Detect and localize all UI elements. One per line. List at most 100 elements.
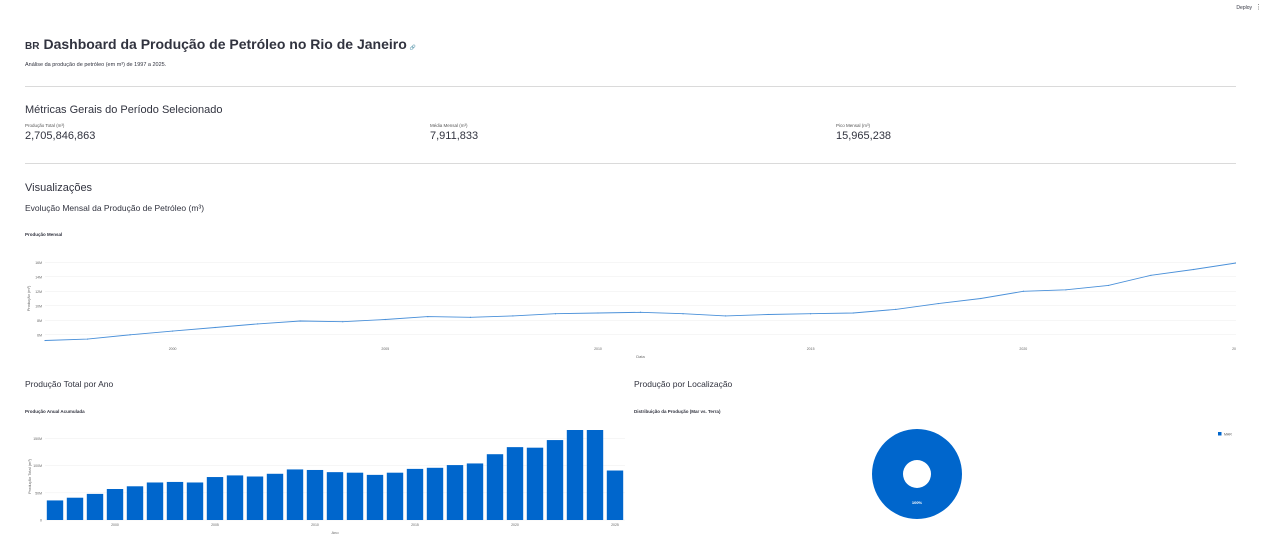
visualizations-title: Visualizações (25, 182, 93, 194)
bar[interactable] (586, 430, 604, 520)
data-point (597, 312, 599, 314)
metric-value: 2,705,846,863 (25, 130, 96, 142)
top-toolbar: Deploy ⋮ (1206, 0, 1266, 16)
y-tick-label: 10M (35, 304, 42, 308)
x-axis-label: Data (636, 354, 645, 359)
bar[interactable] (66, 497, 84, 520)
data-point (1192, 268, 1195, 271)
bar[interactable] (446, 465, 464, 520)
y-tick-label: 12M (35, 290, 42, 294)
data-point (980, 297, 982, 300)
y-tick-label: 150M (33, 437, 42, 441)
location-pie-chart[interactable]: 100% MAR (634, 425, 1236, 525)
metric-label: Pico Mensal (m³) (836, 123, 871, 128)
annual-chart-title: Produção Total por Ano (25, 379, 114, 389)
data-point (895, 308, 897, 310)
link-icon[interactable]: 🔗 (410, 45, 416, 51)
y-tick-label: 0 (40, 519, 42, 523)
bar[interactable] (226, 475, 244, 520)
data-point (86, 338, 89, 340)
bar[interactable] (286, 469, 304, 520)
x-tick-label: 2005 (381, 347, 389, 351)
data-point (342, 321, 344, 323)
bar[interactable] (106, 489, 124, 520)
data-point (554, 313, 557, 315)
y-tick-label: 100M (33, 464, 42, 468)
bar[interactable] (406, 468, 424, 520)
bar[interactable] (266, 473, 284, 520)
data-point (639, 311, 642, 313)
bar[interactable] (126, 486, 144, 520)
metric-label: Média Mensal (m³) (430, 123, 468, 128)
slice-label: 100% (912, 500, 923, 505)
bar[interactable] (306, 469, 324, 520)
page-title: Dashboard da Produção de Petróleo no Rio… (43, 36, 407, 52)
y-tick-label: 6M (37, 333, 42, 337)
bar[interactable] (366, 474, 384, 520)
flag-code: BR (25, 41, 40, 52)
data-point (172, 330, 174, 332)
x-tick-label: 2025 (611, 523, 619, 527)
data-point (810, 313, 812, 315)
data-point (44, 339, 46, 342)
metric-label: Produção Total (m³) (25, 123, 65, 128)
data-point (1022, 290, 1024, 292)
deploy-button[interactable]: Deploy (1236, 5, 1252, 11)
bar-chart-title: Produção Anual Acumulada (25, 409, 85, 414)
bar[interactable] (166, 481, 184, 520)
data-point (214, 326, 216, 329)
kebab-menu-icon[interactable]: ⋮ (1255, 3, 1262, 11)
annual-bar-chart[interactable]: 0 50M 100M 150M 2000 2005 2010 2015 2020 2025 Ano P… (25, 430, 630, 540)
legend-label: MAR (1224, 433, 1232, 437)
bar[interactable] (506, 447, 524, 520)
line-chart-title: Produção Mensal (25, 232, 63, 237)
bar[interactable] (46, 500, 64, 520)
bar[interactable] (146, 482, 164, 520)
pie-chart-title: Distribuição da Produção (Mar vs. Terra) (634, 409, 721, 414)
data-point (682, 313, 684, 315)
bar[interactable] (386, 472, 404, 520)
x-tick-label: 2010 (594, 347, 602, 351)
y-tick-label: 14M (35, 275, 42, 279)
metric-value: 15,965,238 (836, 130, 892, 142)
pie-slice[interactable] (872, 429, 962, 519)
bar[interactable] (86, 493, 104, 520)
x-tick-label: 2020 (1019, 347, 1027, 351)
bar[interactable] (186, 482, 204, 520)
legend: MAR (1218, 432, 1232, 437)
bar[interactable] (546, 440, 564, 520)
bar[interactable] (346, 472, 364, 520)
x-tick-label: 2015 (807, 347, 815, 351)
bar[interactable] (206, 477, 224, 520)
bar[interactable] (606, 470, 624, 520)
data-point (469, 316, 471, 318)
bar[interactable] (466, 463, 484, 520)
divider (25, 163, 1236, 164)
page-subtitle: Análise da produção de petróleo (em m³) … (25, 62, 167, 68)
metrics-section-title: Métricas Gerais do Período Selecionado (25, 104, 223, 116)
bar[interactable] (486, 454, 504, 520)
page-header: BR Dashboard da Produção de Petróleo no … (25, 36, 416, 52)
monthly-line-chart[interactable]: 6M 8M 10M 12M 14M 16M 2000 2005 2010 2015 2020 2025… (25, 250, 1236, 362)
data-point (724, 315, 727, 317)
bar[interactable] (246, 476, 264, 521)
x-tick-label: 2020 (511, 523, 519, 527)
x-tick-label: 2005 (211, 523, 219, 527)
x-tick-label: 2000 (169, 347, 177, 351)
data-point (257, 323, 259, 325)
data-point (427, 316, 429, 318)
bar[interactable] (566, 430, 584, 520)
data-point (384, 318, 386, 321)
metric-average: Média Mensal (m³) 7,911,833 (430, 123, 478, 142)
bar[interactable] (426, 467, 444, 520)
series-line (44, 262, 1236, 341)
x-tick-label: 2025 (1232, 347, 1236, 351)
bar[interactable] (526, 447, 544, 520)
x-axis-label: Ano (331, 530, 339, 535)
divider (25, 86, 1236, 87)
y-axis-label: Produção (m³) (26, 285, 31, 311)
x-tick-label: 2015 (411, 523, 419, 527)
bar[interactable] (326, 472, 344, 520)
metric-peak: Pico Mensal (m³) 15,965,238 (836, 123, 891, 142)
y-axis-label: Produção Total (m³) (27, 458, 32, 494)
